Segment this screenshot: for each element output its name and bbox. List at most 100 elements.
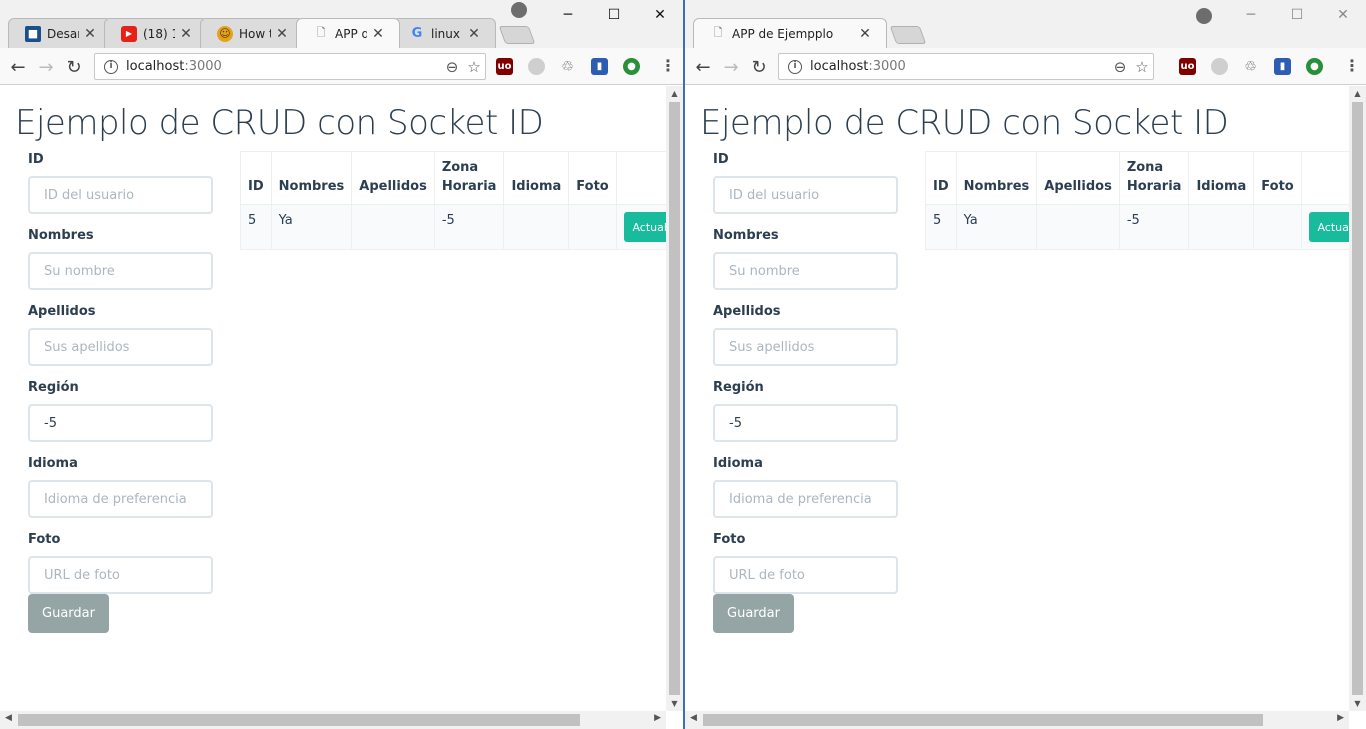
menu-icon[interactable]: ⋮ — [1344, 56, 1360, 75]
back-icon[interactable]: ← — [692, 56, 714, 78]
close-window-icon[interactable]: ✕ — [637, 0, 683, 30]
close-window-icon[interactable]: ✕ — [1320, 0, 1366, 30]
close-icon[interactable]: ✕ — [275, 26, 289, 42]
horizontal-scrollbar[interactable]: ◀ ▶ — [0, 711, 666, 729]
globe-icon[interactable]: ● — [1306, 58, 1323, 75]
page-icon: 🗋 — [316, 26, 326, 39]
save-button[interactable]: Guardar — [713, 594, 794, 633]
region-input[interactable] — [713, 404, 898, 442]
close-icon[interactable]: ✕ — [179, 26, 193, 42]
globe-icon[interactable]: ● — [623, 58, 640, 75]
ublock-icon[interactable]: uo — [1179, 58, 1196, 75]
scroll-up-icon[interactable]: ▲ — [666, 89, 683, 98]
user-form: ID Nombres Apellidos Región Idioma Foto … — [713, 152, 899, 633]
scroll-right-icon[interactable]: ▶ — [1337, 713, 1344, 723]
reload-icon[interactable]: ↻ — [748, 56, 770, 78]
cell-nombres: Ya — [270, 204, 353, 250]
tab-app-ejemplo[interactable]: 🗋 APP de Ejempplo ✕ — [693, 18, 887, 48]
reload-icon[interactable]: ↻ — [63, 56, 85, 78]
tab-howto[interactable]: ☺ How t ✕ — [200, 18, 304, 48]
cell-zona-horaria: -5 — [1118, 204, 1190, 250]
bookmark-icon[interactable]: ▮ — [591, 58, 608, 75]
scroll-thumb[interactable] — [703, 714, 1263, 726]
profile-icon[interactable] — [511, 2, 527, 18]
save-button[interactable]: Guardar — [28, 594, 109, 633]
close-icon[interactable]: ✕ — [83, 26, 97, 42]
profile-icon[interactable] — [1196, 8, 1212, 24]
update-button[interactable]: Actualizar — [623, 212, 666, 242]
tab-youtube[interactable]: ▶ (18) 1 I ✕ — [104, 18, 208, 48]
back-icon[interactable]: ← — [7, 56, 29, 78]
update-button[interactable]: Actualizar — [1308, 212, 1349, 242]
close-icon[interactable]: ✕ — [371, 26, 385, 42]
new-tab-button[interactable] — [889, 26, 927, 44]
info-icon[interactable]: i — [788, 59, 802, 74]
scroll-up-icon[interactable]: ▲ — [1349, 89, 1366, 98]
star-icon[interactable]: ☆ — [463, 58, 485, 76]
tab-app-ejemplo[interactable]: 🗋 APP de ✕ — [296, 18, 400, 48]
idioma-label: Idioma — [713, 456, 763, 471]
idioma-input[interactable] — [28, 480, 213, 518]
bookmark-icon[interactable]: ▮ — [1274, 58, 1291, 75]
tab-linux[interactable]: G linux - ✕ — [392, 18, 496, 48]
address-bar[interactable]: i localhost:3000 ⊖ ☆ — [778, 53, 1154, 80]
header-actions — [615, 151, 666, 205]
page-icon: 🗋 — [713, 26, 723, 39]
foto-label: Foto — [28, 532, 61, 547]
scroll-down-icon[interactable]: ▼ — [666, 699, 683, 708]
url-text[interactable]: localhost:3000 — [126, 59, 441, 74]
maximize-icon[interactable]: ☐ — [1274, 0, 1320, 30]
zoom-icon[interactable]: ⊖ — [441, 58, 463, 76]
scroll-thumb[interactable] — [669, 102, 680, 695]
info-icon[interactable]: i — [104, 59, 118, 74]
close-icon[interactable]: ✕ — [467, 26, 481, 42]
scroll-down-icon[interactable]: ▼ — [1349, 699, 1366, 708]
extension-icon[interactable] — [1211, 58, 1228, 75]
menu-icon[interactable]: ⋮ — [660, 56, 676, 75]
forward-icon[interactable]: → — [35, 56, 57, 78]
vertical-scrollbar[interactable]: ▲ ▼ — [1349, 86, 1366, 711]
nombres-input[interactable] — [28, 252, 213, 290]
minimize-icon[interactable]: ─ — [545, 0, 591, 30]
recycle-icon[interactable]: ♲ — [559, 58, 576, 75]
nombres-label: Nombres — [713, 228, 779, 243]
idioma-input[interactable] — [713, 480, 898, 518]
tab-desarrollo[interactable]: ■ Desarr ✕ — [8, 18, 112, 48]
minimize-icon[interactable]: ─ — [1228, 0, 1274, 30]
scroll-thumb[interactable] — [1352, 102, 1363, 695]
close-icon[interactable]: ✕ — [858, 26, 872, 42]
forward-icon[interactable]: → — [720, 56, 742, 78]
recycle-icon[interactable]: ♲ — [1242, 58, 1259, 75]
maximize-icon[interactable]: ☐ — [591, 0, 637, 30]
header-idioma: Idioma — [1188, 151, 1255, 205]
address-bar[interactable]: i localhost:3000 ⊖ ☆ — [94, 53, 486, 80]
scroll-right-icon[interactable]: ▶ — [654, 713, 661, 723]
cell-id: 5 — [925, 204, 957, 250]
zoom-icon[interactable]: ⊖ — [1109, 58, 1131, 76]
tab-strip: 🗋 APP de Ejempplo ✕ — [693, 18, 927, 48]
scroll-left-icon[interactable]: ◀ — [690, 713, 697, 723]
region-input[interactable] — [28, 404, 213, 442]
url-text[interactable]: localhost:3000 — [810, 59, 1109, 74]
apellidos-input[interactable] — [28, 328, 213, 366]
nombres-input[interactable] — [713, 252, 898, 290]
region-label: Región — [713, 380, 764, 395]
scroll-thumb[interactable] — [18, 714, 580, 726]
table-header-row: ID Nombres Apellidos Zona Horaria Idioma… — [240, 151, 666, 205]
vertical-scrollbar[interactable]: ▲ ▼ — [666, 86, 683, 711]
star-icon[interactable]: ☆ — [1131, 58, 1153, 76]
new-tab-button[interactable] — [498, 26, 536, 44]
table-row: 5 Ya -5 Actualizar — [925, 204, 1349, 250]
id-input[interactable] — [28, 176, 213, 214]
foto-input[interactable] — [713, 556, 898, 594]
tab-label: APP de — [335, 26, 367, 41]
youtube-icon: ▶ — [121, 25, 137, 42]
scroll-left-icon[interactable]: ◀ — [5, 713, 12, 723]
id-input[interactable] — [713, 176, 898, 214]
header-idioma: Idioma — [503, 151, 570, 205]
ublock-icon[interactable]: uo — [496, 58, 513, 75]
horizontal-scrollbar[interactable]: ◀ ▶ — [685, 711, 1349, 729]
extension-icon[interactable] — [528, 58, 545, 75]
apellidos-input[interactable] — [713, 328, 898, 366]
foto-input[interactable] — [28, 556, 213, 594]
